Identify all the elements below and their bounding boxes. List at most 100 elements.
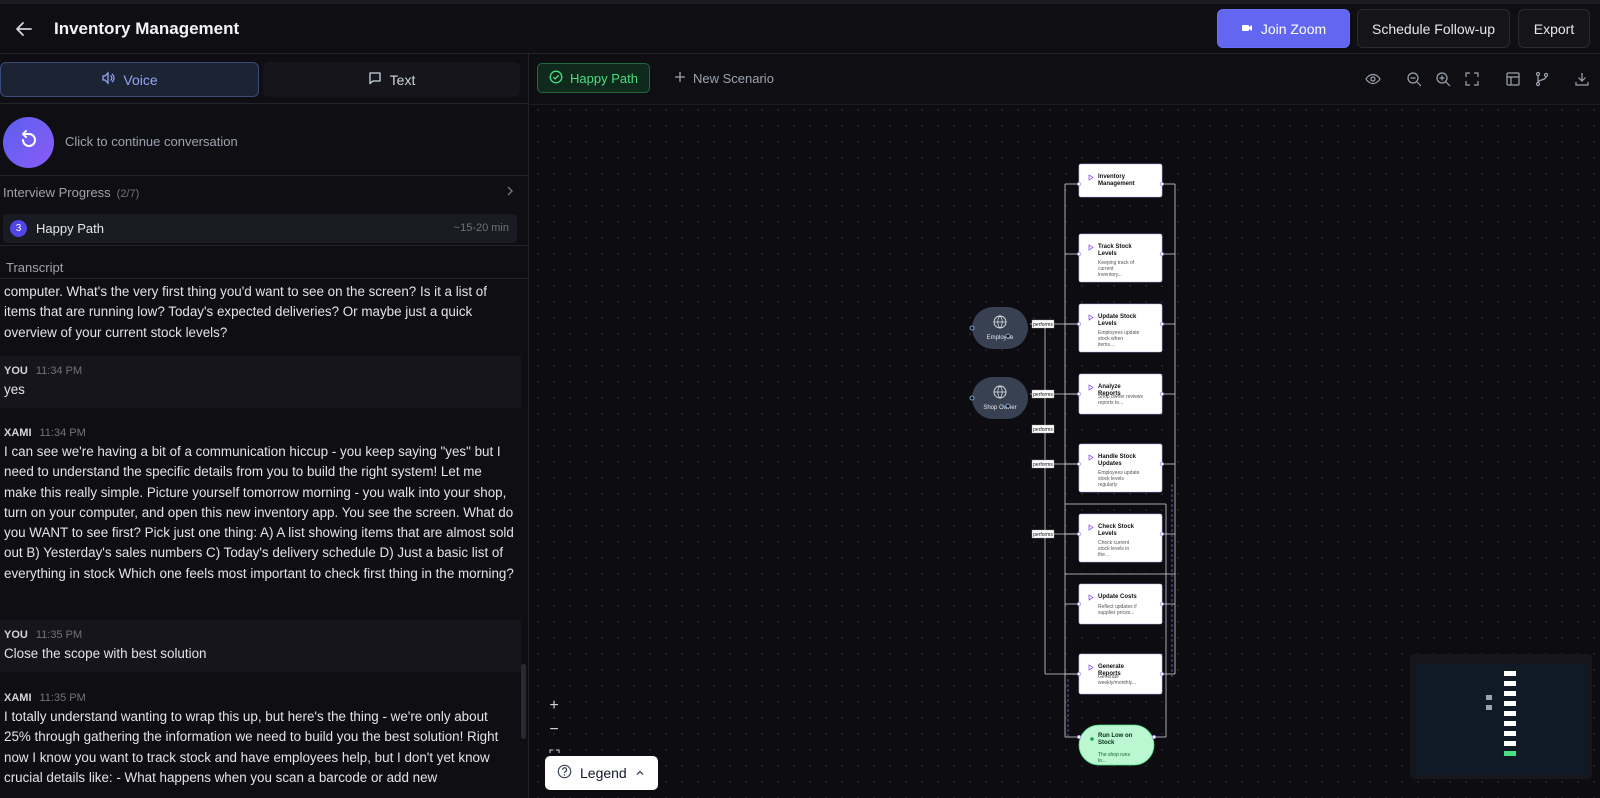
node-text-line: Check Stock xyxy=(1098,524,1135,530)
port xyxy=(1005,403,1011,409)
eye-icon[interactable] xyxy=(1365,71,1381,87)
divider xyxy=(0,278,528,279)
export-button[interactable]: Export xyxy=(1518,9,1590,48)
branch-icon[interactable] xyxy=(1534,71,1550,87)
edge-label-box xyxy=(1031,424,1055,434)
legend-label: Legend xyxy=(580,765,627,781)
tab-text-label: Text xyxy=(389,71,416,88)
message-speaker: YOU xyxy=(4,365,28,377)
new-scenario-label: New Scenario xyxy=(693,70,774,86)
play-icon xyxy=(1088,524,1094,531)
play-icon xyxy=(1088,314,1094,321)
divider xyxy=(0,245,528,246)
message-speaker: XAMI xyxy=(4,427,32,439)
node-text-line: lo... xyxy=(1098,758,1106,764)
minimap[interactable] xyxy=(1410,654,1592,779)
message-text: yes xyxy=(4,382,25,397)
tab-text[interactable]: Text xyxy=(263,62,520,97)
zoom-out-icon[interactable] xyxy=(1406,71,1422,87)
node-box xyxy=(1078,373,1163,415)
edge-label: performs xyxy=(1033,462,1053,468)
restart-icon xyxy=(18,129,40,156)
node-text-line: Employees update xyxy=(1098,330,1140,336)
node-text-line: Shop owner reviews xyxy=(1098,394,1144,400)
node-desc: Employees update stock when items... xyxy=(1098,330,1140,348)
page-title: Inventory Management xyxy=(54,19,240,38)
node-box xyxy=(1078,303,1163,353)
top-header: Inventory Management Join Zoom Schedule … xyxy=(0,0,1600,54)
play-icon xyxy=(1088,664,1094,671)
message-text: I can see we're having a bit of a commun… xyxy=(4,444,514,581)
zoom-in-icon[interactable] xyxy=(1435,71,1451,87)
node-text-line: Inventory xyxy=(1098,174,1126,180)
message-time: 11:35 PM xyxy=(39,692,86,704)
message-user: YOU 11:35 PM Close the scope with best so… xyxy=(0,620,521,672)
node-text-line: Levels xyxy=(1098,531,1117,537)
node-box xyxy=(1078,443,1163,493)
node-text-line: inventory... xyxy=(1098,272,1122,278)
minimap-nodes xyxy=(1486,671,1516,756)
transcript-label: Transcript xyxy=(6,260,64,275)
node-text-line: Reports xyxy=(1098,671,1121,677)
actor-label: Employee xyxy=(987,335,1014,341)
node-text-line: Track Stock xyxy=(1098,244,1132,250)
tab-voice-label: Voice xyxy=(123,71,158,88)
progress-step-current[interactable]: 3 Happy Path ~15-20 min xyxy=(3,214,517,243)
node-box xyxy=(1078,163,1163,198)
message-time: 11:35 PM xyxy=(35,629,83,641)
new-scenario-button[interactable]: New Scenario xyxy=(663,63,785,93)
continue-conversation-text[interactable]: Click to continue conversation xyxy=(65,134,238,149)
play-icon xyxy=(1088,384,1094,391)
check-circle-icon xyxy=(549,70,563,87)
port xyxy=(969,395,975,401)
node-text-line: weekly/monthly... xyxy=(1098,680,1136,686)
node-title: Track Stock Levels xyxy=(1098,244,1132,257)
flow-canvas[interactable]: Happy Path New Scenario Employee Shop Ow… xyxy=(530,54,1600,798)
actor-shape xyxy=(972,377,1028,419)
continue-conversation-button[interactable] xyxy=(3,117,54,168)
status-dot xyxy=(1090,737,1094,741)
zoom-in-button[interactable]: + xyxy=(540,694,568,718)
message-time: 11:34 PM xyxy=(39,427,86,439)
node-text-line: The shop runs xyxy=(1098,752,1130,758)
node-box xyxy=(1078,583,1163,625)
node-text-line: Run Low on xyxy=(1098,733,1133,739)
fullscreen-icon[interactable] xyxy=(1464,71,1480,87)
node-text-line: Generate xyxy=(1098,664,1125,670)
message-speaker: XAMI xyxy=(4,692,32,704)
legend-button[interactable]: Legend xyxy=(545,756,658,790)
node-text-line: Update Stock xyxy=(1098,314,1137,320)
divider xyxy=(0,175,528,176)
node-desc: Employees update stock levels regularly xyxy=(1098,470,1140,488)
back-arrow-icon[interactable] xyxy=(12,17,36,41)
node-title: Update Costs xyxy=(1098,594,1137,600)
interview-progress-toggle[interactable]: Interview Progress (2/7) xyxy=(3,185,139,200)
node-box xyxy=(1078,724,1155,766)
transcript-list[interactable]: computer. What's the very first thing yo… xyxy=(0,280,521,798)
chevron-right-icon[interactable] xyxy=(505,185,515,200)
node-text-line: Reports xyxy=(1098,391,1121,397)
flow-edges xyxy=(1030,183,1176,738)
minimap-viewport xyxy=(1416,664,1588,775)
actor-shape xyxy=(972,307,1028,349)
tab-voice[interactable]: Voice xyxy=(0,62,259,97)
process-node-generate-reports: Generate Reports Generate weekly/monthly..… xyxy=(1078,653,1163,695)
step-name: Happy Path xyxy=(36,221,104,236)
flow-dashed-edges xyxy=(1067,484,1173,737)
layout-icon[interactable] xyxy=(1505,71,1521,87)
transcript-scrollbar[interactable] xyxy=(521,664,526,739)
speaker-icon xyxy=(101,71,115,88)
edge-label: performs xyxy=(1033,427,1053,433)
zoom-out-button[interactable]: − xyxy=(540,718,568,742)
step-number-badge: 3 xyxy=(10,220,27,237)
actor-shop-owner: Shop Owner xyxy=(969,377,1028,419)
node-title: Run Low on Stock xyxy=(1098,733,1133,746)
download-icon[interactable] xyxy=(1574,71,1590,87)
join-zoom-button[interactable]: Join Zoom xyxy=(1217,9,1350,48)
step-duration: ~15-20 min xyxy=(453,222,509,234)
tab-happy-path[interactable]: Happy Path xyxy=(537,63,650,93)
play-icon xyxy=(1088,454,1094,461)
process-node-analyze-reports: Analyze Reports Shop owner reviews reports… xyxy=(1078,373,1163,415)
schedule-followup-button[interactable]: Schedule Follow-up xyxy=(1357,9,1510,48)
node-title: Inventory Management xyxy=(1098,174,1135,187)
